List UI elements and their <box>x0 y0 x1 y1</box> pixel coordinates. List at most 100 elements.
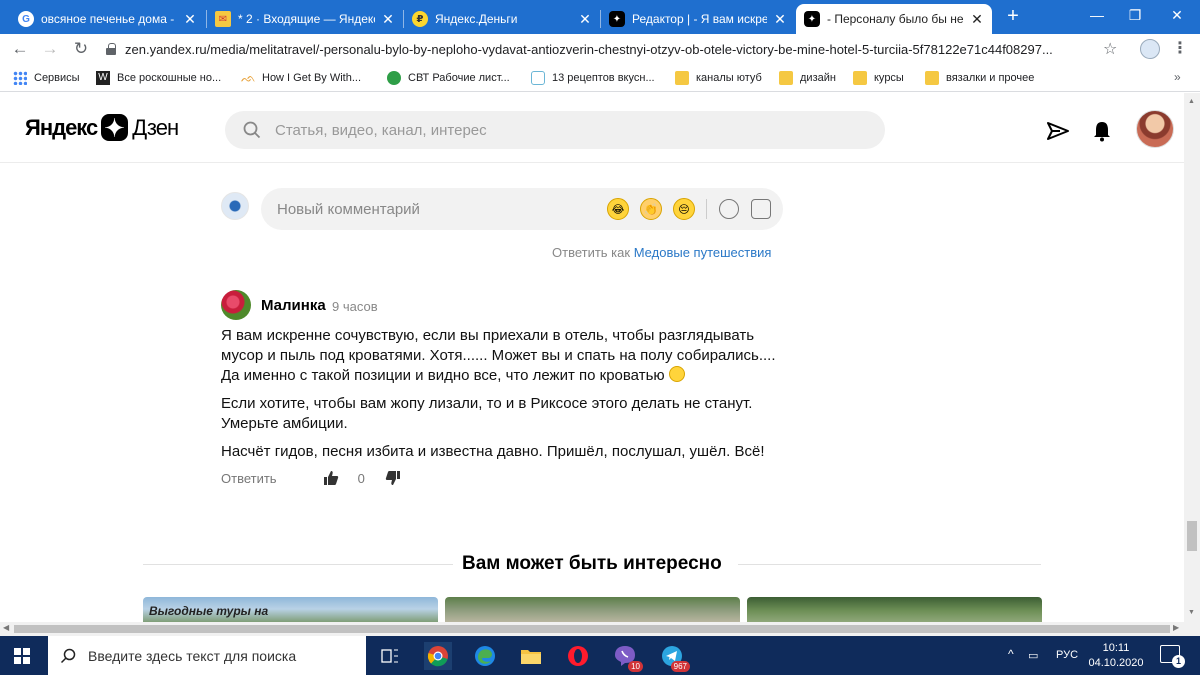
zen-star-icon <box>101 114 129 141</box>
close-tab-icon[interactable]: ✕ <box>970 11 984 28</box>
bookmark-folder-knitting[interactable]: вязалки и прочее <box>925 70 1034 86</box>
bookmark-folder-design[interactable]: дизайн <box>779 70 836 86</box>
bookmarks-bar: Сервисы W Все роскошные но... ᨒ How I Ge… <box>0 64 1200 92</box>
reload-icon[interactable]: ↻ <box>71 39 91 59</box>
address-bar[interactable]: zen.yandex.ru/media/melitatravel/-person… <box>106 37 1128 61</box>
tray-expand-icon[interactable]: ^ <box>1008 647 1014 661</box>
scroll-down-icon[interactable]: ▼ <box>1188 609 1195 616</box>
back-icon[interactable]: ← <box>10 39 30 59</box>
lock-icon <box>106 43 116 55</box>
edge-taskbar-icon[interactable] <box>471 642 499 670</box>
reply-button[interactable]: Ответить <box>221 471 277 486</box>
close-tab-icon[interactable]: ✕ <box>773 11 787 28</box>
search-icon <box>60 648 76 663</box>
bookmark-star-icon[interactable]: ☆ <box>1103 39 1117 59</box>
notification-count: 1 <box>1172 655 1185 668</box>
recommendation-card-caption: Выгодные туры на <box>149 604 269 618</box>
restore-icon[interactable]: ❐ <box>1112 0 1158 30</box>
recommendation-card[interactable] <box>747 597 1042 622</box>
zen-header: Яндекс Дзен <box>0 93 1184 163</box>
bookmark-folder-youtube[interactable]: каналы ютуб <box>675 70 762 86</box>
recommendations-title: Вам может быть интересно <box>456 553 728 575</box>
action-center-icon[interactable]: 1 <box>1160 645 1185 668</box>
input-language[interactable]: РУС <box>1056 649 1078 661</box>
browser-menu-icon[interactable]: ⋮ <box>1172 38 1188 58</box>
send-icon[interactable] <box>1046 120 1070 142</box>
search-input[interactable] <box>275 121 855 139</box>
close-window-icon[interactable]: ✕ <box>1154 0 1200 30</box>
telegram-unread-badge: 967 <box>670 661 690 672</box>
scroll-right-icon[interactable]: ▶ <box>1173 623 1179 632</box>
commenter-name[interactable]: Малинка <box>261 297 326 314</box>
taskbar-search-box[interactable]: Введите здесь текст для поиска <box>48 636 366 675</box>
tab-yandex-mail[interactable]: ✉ * 2 · Входящие — Яндекс.П ✕ <box>207 4 403 34</box>
battery-icon[interactable]: ▭ <box>1028 649 1038 662</box>
vertical-scroll-thumb[interactable] <box>1187 521 1197 551</box>
close-tab-icon[interactable]: ✕ <box>578 11 592 28</box>
comment-time: 9 часов <box>332 299 378 314</box>
close-tab-icon[interactable]: ✕ <box>381 11 395 28</box>
comment-paragraph: Я вам искренне сочувствую, если вы приех… <box>221 327 776 384</box>
horizontal-scrollbar[interactable]: ◀ ▶ <box>0 622 1184 636</box>
search-icon <box>243 121 261 139</box>
w-logo-icon: W <box>96 71 110 85</box>
laughing-emoji-icon[interactable]: 😂 <box>607 198 629 220</box>
toolbar-divider <box>706 199 707 219</box>
notifications-bell-icon[interactable] <box>1090 120 1114 142</box>
section-divider <box>143 564 453 565</box>
clock-time: 10:11 <box>1102 642 1130 654</box>
user-avatar[interactable] <box>1136 110 1174 148</box>
folder-icon <box>779 71 793 85</box>
opera-taskbar-icon[interactable] <box>564 642 592 670</box>
commenter-avatar[interactable] <box>221 290 251 320</box>
bookmark-how-i-get-by[interactable]: ᨒ How I Get By With... <box>241 70 361 86</box>
recommendation-card[interactable] <box>445 597 740 622</box>
comment-body: Я вам искренне сочувствую, если вы приех… <box>221 326 781 470</box>
tab-zen-editor[interactable]: ✦ Редактор | - Я вам искрен ✕ <box>601 4 795 34</box>
zen-logo[interactable]: Яндекс Дзен <box>25 114 179 141</box>
telegram-taskbar-icon[interactable]: 967 <box>658 642 690 672</box>
recommendation-card[interactable]: Выгодные туры на <box>143 597 438 622</box>
new-tab-button[interactable]: + <box>1003 5 1023 27</box>
windows-start-icon[interactable] <box>14 648 30 664</box>
google-icon: G <box>18 11 34 27</box>
vertical-scrollbar[interactable]: ▲ ▼ <box>1184 93 1200 636</box>
zen-icon: ✦ <box>609 11 625 27</box>
chrome-taskbar-icon[interactable] <box>424 642 452 670</box>
thumbs-up-icon[interactable] <box>323 470 339 486</box>
bookmark-recipes[interactable]: 13 рецептов вкусн... <box>531 70 655 86</box>
emoji-picker-icon[interactable] <box>719 199 739 219</box>
own-channel-avatar <box>221 192 249 220</box>
bookmarks-overflow-button[interactable]: » <box>1174 70 1181 84</box>
mail-icon: ✉ <box>215 11 231 27</box>
tab-yandex-money[interactable]: ₽ Яндекс.Деньги ✕ <box>404 4 600 34</box>
clapping-emoji-icon[interactable]: 👏 <box>640 198 662 220</box>
scroll-left-icon[interactable]: ◀ <box>3 623 9 632</box>
browser-toolbar: ← → ↻ zen.yandex.ru/media/melitatravel/-… <box>0 34 1200 64</box>
tab-zen-article[interactable]: ✦ - Персоналу было бы неп ✕ <box>796 4 992 34</box>
bookmark-apps[interactable]: Сервисы <box>13 70 80 86</box>
sad-emoji-icon[interactable]: 😔 <box>673 198 695 220</box>
new-comment-field[interactable]: Новый комментарий 😂 👏 😔 <box>261 188 783 230</box>
thumbs-down-icon[interactable] <box>385 470 401 486</box>
bookmark-luxury[interactable]: W Все роскошные но... <box>96 70 221 86</box>
forward-icon[interactable]: → <box>40 39 60 59</box>
folder-icon <box>925 71 939 85</box>
zen-search-bar[interactable] <box>225 111 885 149</box>
task-view-icon[interactable] <box>376 642 404 670</box>
tab-oat-cookies[interactable]: G овсяное печенье дома - П ✕ <box>10 4 205 34</box>
scroll-up-icon[interactable]: ▲ <box>1188 98 1195 105</box>
camera-icon[interactable] <box>751 199 771 219</box>
system-clock[interactable]: 10:11 04.10.2020 <box>1082 641 1150 671</box>
extension-icon[interactable] <box>1140 39 1160 59</box>
viber-unread-badge: 10 <box>628 661 643 672</box>
file-explorer-icon[interactable] <box>517 642 545 670</box>
likes-count: 0 <box>357 470 365 486</box>
bookmark-svt[interactable]: СВТ Рабочие лист... <box>387 70 510 86</box>
reply-as-channel-link[interactable]: Медовые путешествия <box>634 245 772 260</box>
bookmark-folder-courses[interactable]: курсы <box>853 70 904 86</box>
article-comments-area: Новый комментарий 😂 👏 😔 Ответить как Мед… <box>0 164 1184 622</box>
horizontal-scroll-thumb[interactable] <box>14 625 1170 633</box>
close-tab-icon[interactable]: ✕ <box>183 11 197 28</box>
viber-taskbar-icon[interactable]: 10 <box>611 642 643 672</box>
